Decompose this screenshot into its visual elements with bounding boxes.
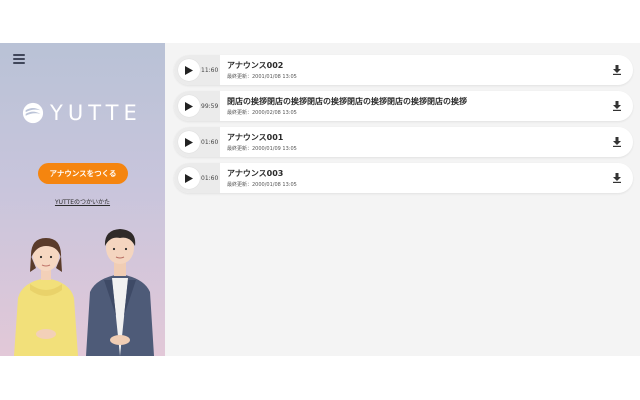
row-player: 01:60 bbox=[174, 127, 220, 157]
announcement-title: アナウンス001 bbox=[227, 133, 284, 142]
play-button[interactable] bbox=[178, 167, 200, 189]
app-frame: YUTTE アナウンスをつくる YUTTEのつかいかた 11:60 アナウンス0… bbox=[0, 43, 640, 356]
duration: 99:59 bbox=[201, 102, 219, 110]
logo-mark-icon bbox=[22, 102, 44, 124]
row-info: アナウンス003 最終更新：2000/01/08 13:05 bbox=[220, 168, 612, 188]
announcement-title: アナウンス002 bbox=[227, 61, 284, 70]
announcement-row[interactable]: 01:60 アナウンス001 最終更新：2000/01/09 13:05 bbox=[174, 127, 633, 157]
row-info: アナウンス001 最終更新：2000/01/09 13:05 bbox=[220, 132, 612, 152]
announcement-row[interactable]: 99:59 閉店の挨拶閉店の挨拶閉店の挨拶閉店の挨拶閉店の挨拶閉店の挨拶 最終更… bbox=[174, 91, 633, 121]
characters-illustration bbox=[14, 229, 154, 356]
play-icon bbox=[185, 173, 193, 183]
logo-text: YUTTE bbox=[50, 101, 142, 125]
hamburger-icon[interactable] bbox=[13, 54, 25, 64]
row-player: 99:59 bbox=[174, 91, 220, 121]
row-info: アナウンス002 最終更新：2001/01/08 13:05 bbox=[220, 60, 612, 80]
last-updated: 最終更新：2000/02/08 13:05 bbox=[227, 110, 297, 116]
duration: 11:60 bbox=[201, 66, 219, 74]
row-player: 11:60 bbox=[174, 55, 220, 85]
logo: YUTTE bbox=[22, 101, 142, 125]
announcement-row[interactable]: 11:60 アナウンス002 最終更新：2001/01/08 13:05 bbox=[174, 55, 633, 85]
howto-link[interactable]: YUTTEのつかいかた bbox=[0, 197, 165, 206]
last-updated: 最終更新：2000/01/09 13:05 bbox=[227, 146, 297, 152]
play-icon bbox=[185, 137, 193, 147]
last-updated: 最終更新：2000/01/08 13:05 bbox=[227, 182, 297, 188]
man-figure bbox=[86, 229, 154, 356]
play-icon bbox=[185, 101, 193, 111]
download-icon[interactable] bbox=[612, 65, 622, 75]
download-icon[interactable] bbox=[612, 101, 622, 111]
announcement-title: 閉店の挨拶閉店の挨拶閉店の挨拶閉店の挨拶閉店の挨拶閉店の挨拶 bbox=[227, 97, 467, 106]
download-icon[interactable] bbox=[612, 137, 622, 147]
duration: 01:60 bbox=[201, 138, 219, 146]
last-updated: 最終更新：2001/01/08 13:05 bbox=[227, 74, 297, 80]
announcement-list: 11:60 アナウンス002 最終更新：2001/01/08 13:05 99:… bbox=[165, 43, 640, 356]
play-button[interactable] bbox=[178, 131, 200, 153]
play-icon bbox=[185, 65, 193, 75]
sidebar: YUTTE アナウンスをつくる YUTTEのつかいかた bbox=[0, 43, 165, 356]
announcement-row[interactable]: 01:60 アナウンス003 最終更新：2000/01/08 13:05 bbox=[174, 163, 633, 193]
row-info: 閉店の挨拶閉店の挨拶閉店の挨拶閉店の挨拶閉店の挨拶閉店の挨拶 最終更新：2000… bbox=[220, 96, 612, 116]
create-announcement-button[interactable]: アナウンスをつくる bbox=[38, 163, 128, 184]
download-icon[interactable] bbox=[612, 173, 622, 183]
play-button[interactable] bbox=[178, 59, 200, 81]
woman-figure bbox=[14, 238, 78, 356]
announcement-title: アナウンス003 bbox=[227, 169, 284, 178]
play-button[interactable] bbox=[178, 95, 200, 117]
row-player: 01:60 bbox=[174, 163, 220, 193]
duration: 01:60 bbox=[201, 174, 219, 182]
